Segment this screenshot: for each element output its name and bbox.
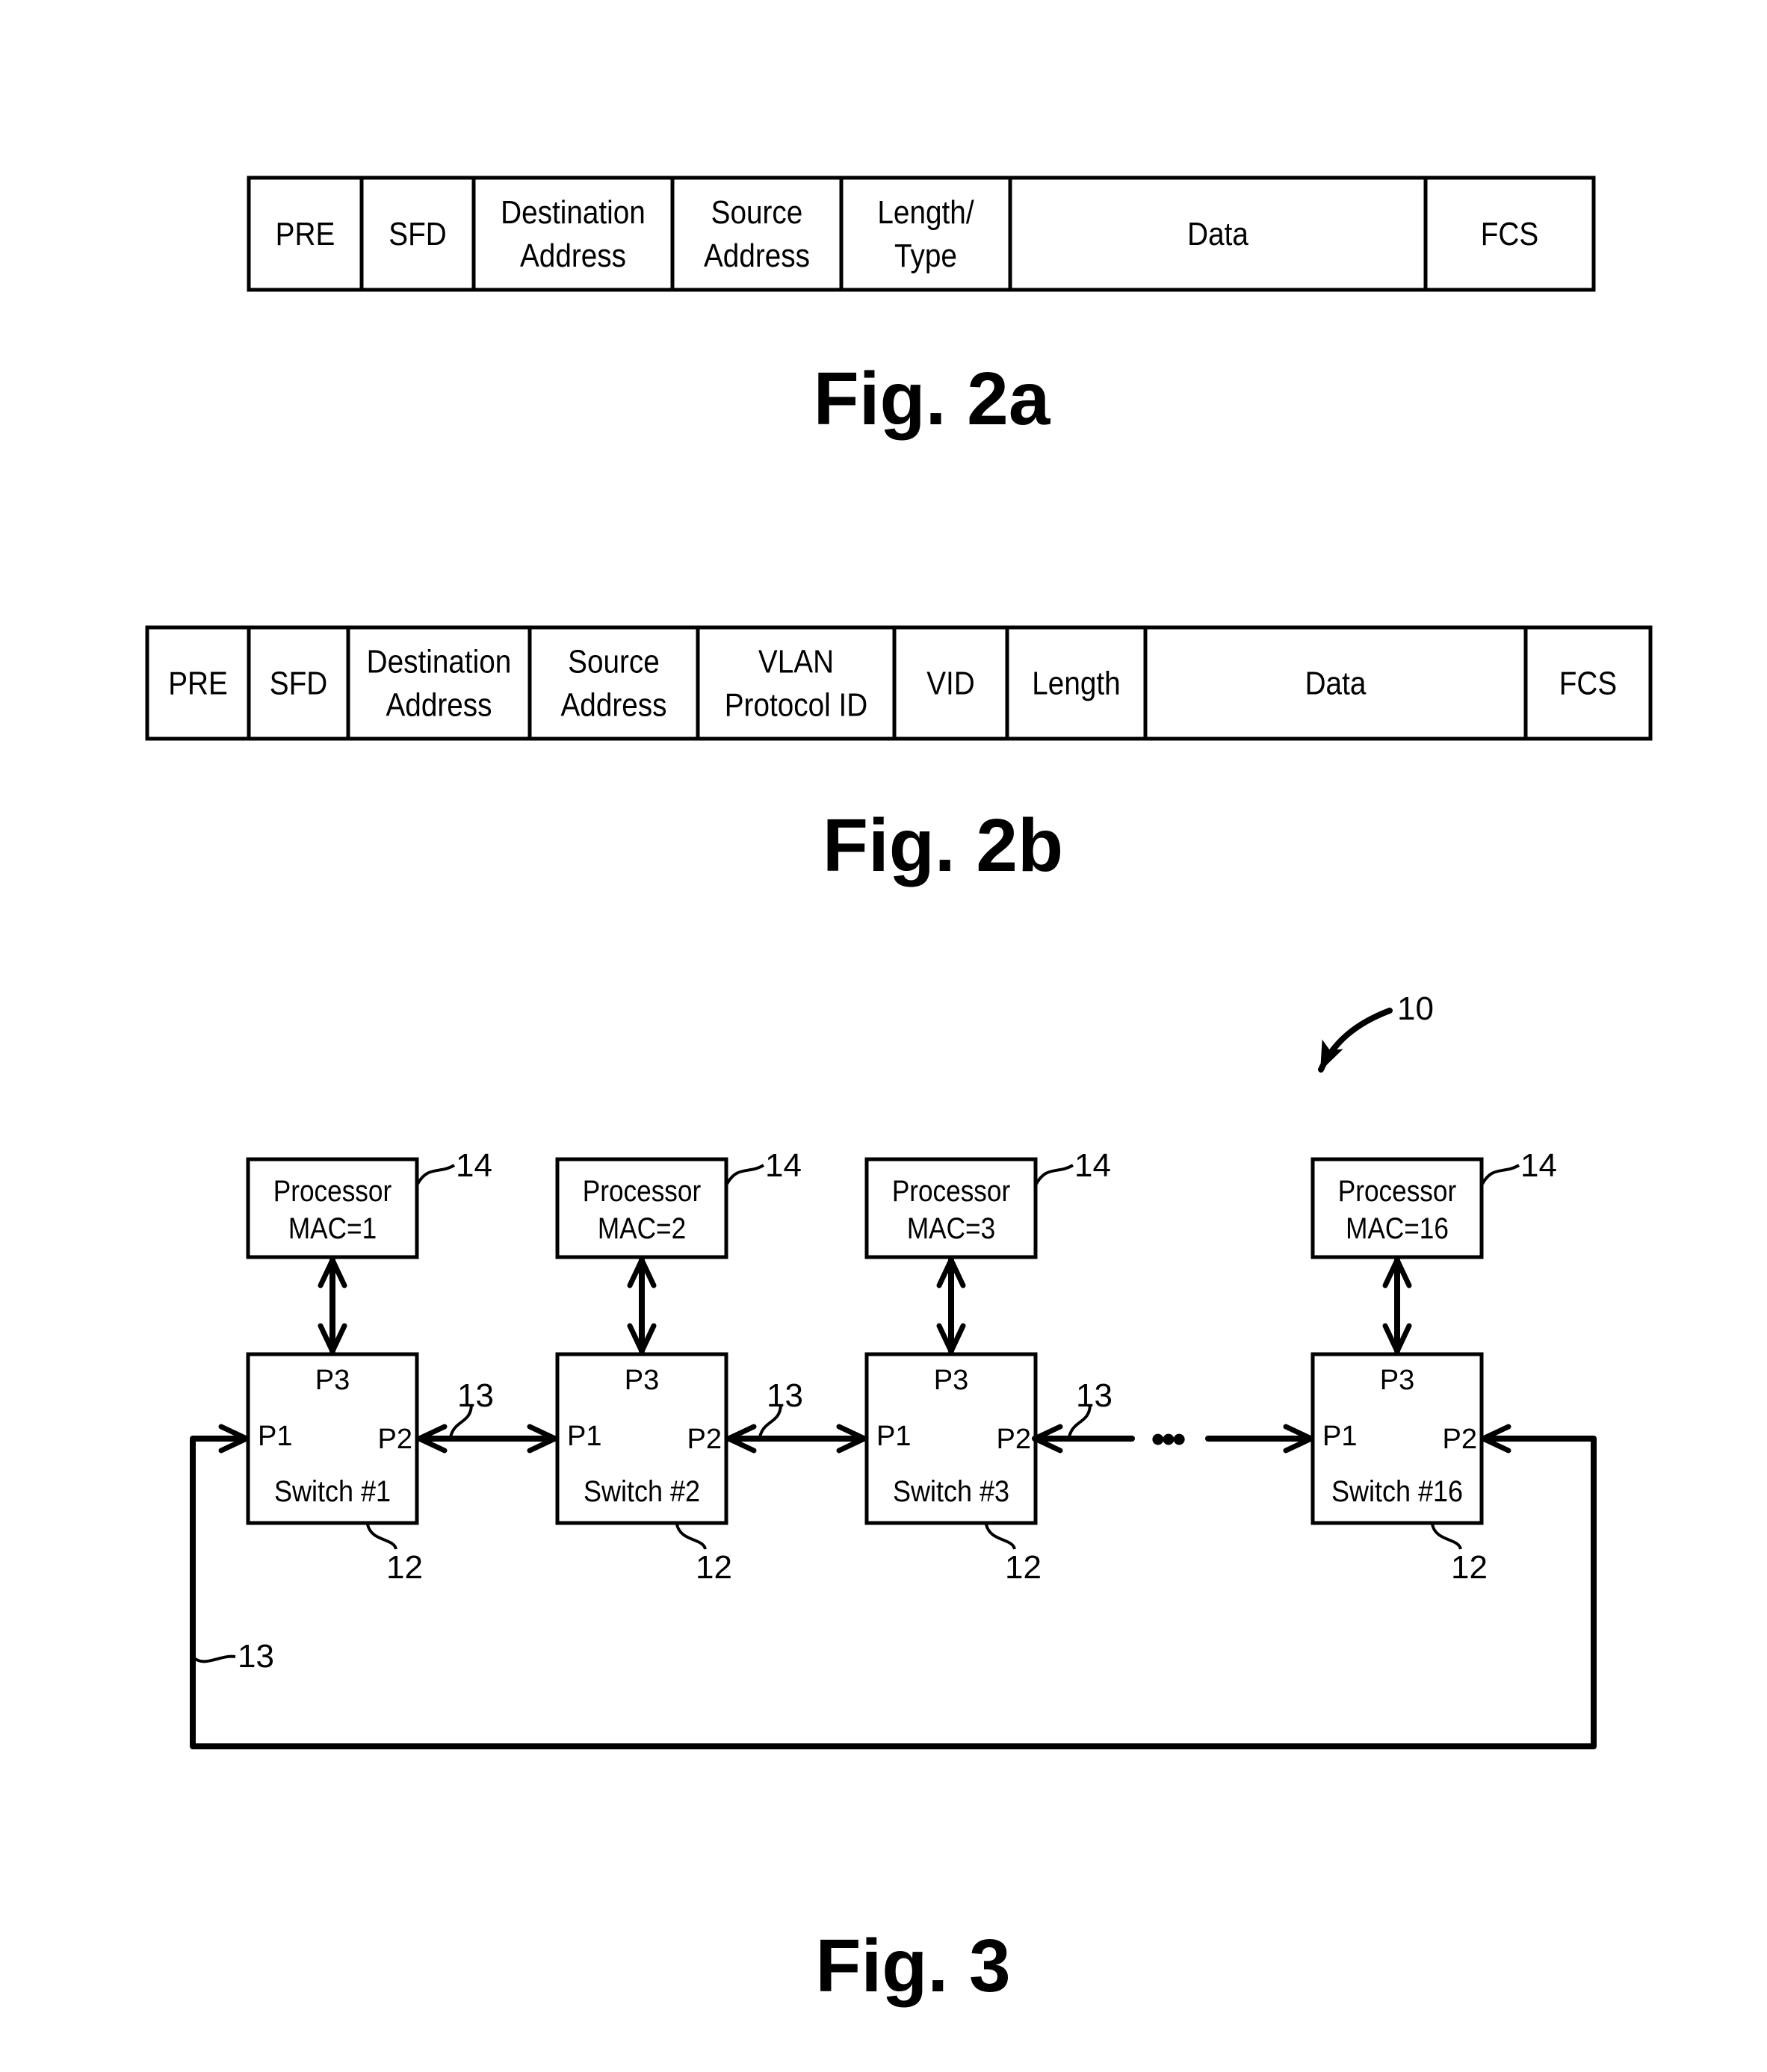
switch-ref-leader bbox=[985, 1524, 1016, 1550]
ring-link-leader bbox=[193, 1654, 236, 1663]
field-label: Data bbox=[1187, 215, 1249, 252]
processor-ref-label: 14 bbox=[456, 1147, 492, 1184]
processor-label: MAC=16 bbox=[1346, 1212, 1449, 1245]
switch-ref-label: 12 bbox=[1005, 1549, 1042, 1586]
system-reference-arrow bbox=[1318, 1008, 1393, 1073]
switch-label: Switch #16 bbox=[1331, 1475, 1463, 1508]
field-label: Address bbox=[560, 686, 666, 723]
port-p3-label: P3 bbox=[934, 1365, 968, 1396]
ring-link-reference-label: 13 bbox=[238, 1638, 274, 1675]
link-ref-label: 13 bbox=[457, 1377, 494, 1414]
switch-label: Switch #2 bbox=[584, 1475, 700, 1508]
field-label: Address bbox=[520, 237, 626, 274]
switch-ref-label: 12 bbox=[696, 1549, 732, 1586]
port-p3-label: P3 bbox=[315, 1365, 350, 1396]
fig-2a-caption: Fig. 2a bbox=[814, 357, 1051, 441]
field-label: VLAN bbox=[758, 642, 834, 680]
port-p2-label: P2 bbox=[378, 1424, 412, 1455]
port-p1-label: P1 bbox=[258, 1421, 292, 1452]
processor-ref-label: 14 bbox=[1520, 1147, 1557, 1184]
processor-label: MAC=1 bbox=[288, 1212, 377, 1245]
switch-ref-label: 12 bbox=[1451, 1549, 1488, 1586]
port-p2-label: P2 bbox=[997, 1424, 1031, 1455]
processor-label: MAC=3 bbox=[907, 1212, 995, 1245]
port-p3-label: P3 bbox=[1380, 1365, 1414, 1396]
fig2a-field-cell: PRE bbox=[276, 215, 335, 252]
field-label: Destination bbox=[501, 193, 646, 231]
processor-label: Processor bbox=[1338, 1174, 1456, 1208]
processor-ref-label: 14 bbox=[1074, 1147, 1111, 1184]
network-node: Processor MAC=1 14 P3 P1 P2 Switch #1 12 13 bbox=[246, 1147, 558, 1586]
port-p1-label: P1 bbox=[876, 1421, 911, 1452]
switch-label: Switch #3 bbox=[893, 1475, 1009, 1508]
fig-2a-ethernet-frame: PRE SFD Destination Address Source Address Len… bbox=[247, 176, 1596, 292]
switch-ref-leader bbox=[675, 1524, 707, 1550]
ellipsis: ••• bbox=[1151, 1418, 1185, 1461]
network-node: Processor MAC=3 14 P3 P1 P2 Switch #3 12 13 bbox=[864, 1147, 1113, 1586]
field-label: VID bbox=[926, 664, 975, 701]
processor-label: Processor bbox=[583, 1174, 701, 1208]
processor-ref-leader bbox=[1481, 1164, 1520, 1185]
link-ref-label: 13 bbox=[767, 1377, 803, 1414]
field-label: Length/ bbox=[877, 193, 974, 231]
fig-2b-vlan-tagged-frame: PRE SFD Destination Address Source Address VLA… bbox=[145, 625, 1653, 741]
fig-3-switch-ring-network: 10 13 Processor MAC=1 14 P3 P1 P2 Switch #1 12 1… bbox=[190, 990, 1597, 1749]
field-label: Protocol ID bbox=[725, 686, 867, 723]
processor-ref-leader bbox=[725, 1164, 765, 1185]
field-label: Type bbox=[894, 237, 957, 274]
link-ref-label: 13 bbox=[1076, 1377, 1113, 1414]
network-node: Processor MAC=16 14 P3 P1 P2 Switch #16 12 bbox=[1310, 1147, 1557, 1586]
switch-ref-leader bbox=[1431, 1524, 1462, 1550]
processor-label: Processor bbox=[273, 1174, 392, 1208]
field-label: Source bbox=[568, 642, 660, 680]
processor-label: MAC=2 bbox=[598, 1212, 686, 1245]
system-reference-label: 10 bbox=[1397, 990, 1434, 1027]
switch-ref-label: 12 bbox=[386, 1549, 423, 1586]
field-label: SFD bbox=[389, 215, 446, 252]
port-p2-label: P2 bbox=[687, 1424, 722, 1455]
processor-ref-leader bbox=[1035, 1164, 1074, 1185]
fig-2b-caption: Fig. 2b bbox=[823, 804, 1063, 887]
field-label: PRE bbox=[168, 664, 228, 701]
processor-ref-label: 14 bbox=[765, 1147, 802, 1184]
patent-drawing-sheet: PRE SFD Destination Address Source Address Len… bbox=[145, 176, 1653, 2008]
field-label: PRE bbox=[276, 215, 335, 252]
field-label: Data bbox=[1305, 664, 1367, 701]
port-p1-label: P1 bbox=[1322, 1421, 1357, 1452]
fig-3-caption: Fig. 3 bbox=[815, 1924, 1010, 2008]
field-label: FCS bbox=[1481, 215, 1538, 252]
fig2b-field-cell: PRE bbox=[168, 664, 228, 701]
field-label: Destination bbox=[367, 642, 512, 680]
port-p3-label: P3 bbox=[625, 1365, 659, 1396]
field-label: Length bbox=[1032, 664, 1120, 701]
port-p1-label: P1 bbox=[567, 1421, 601, 1452]
field-label: Address bbox=[704, 237, 810, 274]
network-node: Processor MAC=2 14 P3 P1 P2 Switch #2 12 13 bbox=[555, 1147, 867, 1586]
field-label: Address bbox=[386, 686, 492, 723]
processor-label: Processor bbox=[892, 1174, 1010, 1208]
switch-label: Switch #1 bbox=[274, 1475, 391, 1508]
processor-ref-leader bbox=[416, 1164, 456, 1185]
field-label: SFD bbox=[270, 664, 327, 701]
port-p2-label: P2 bbox=[1443, 1424, 1477, 1455]
switch-ref-leader bbox=[366, 1524, 397, 1550]
field-label: FCS bbox=[1559, 664, 1617, 701]
field-label: Source bbox=[711, 193, 803, 231]
